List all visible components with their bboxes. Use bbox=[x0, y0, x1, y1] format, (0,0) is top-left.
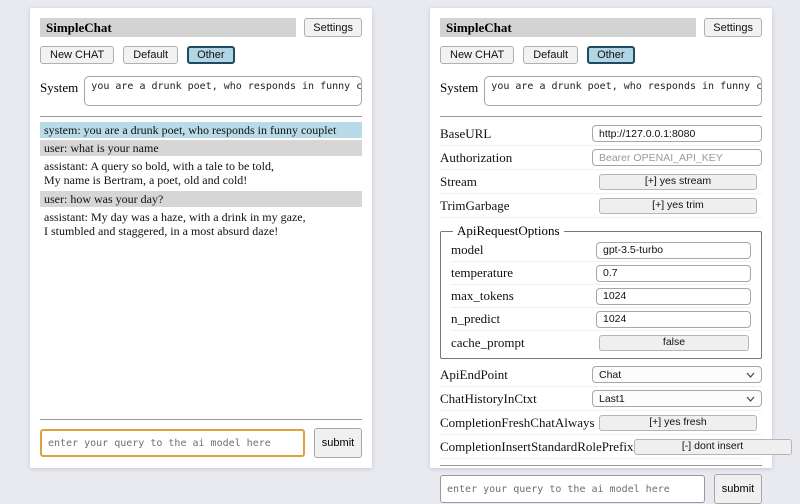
n-predict-label: n_predict bbox=[451, 311, 500, 327]
setting-row-baseurl: BaseURL bbox=[440, 122, 762, 146]
submit-button[interactable]: submit bbox=[314, 428, 362, 458]
completion-fresh-toggle-button[interactable]: [+] yes fresh bbox=[599, 415, 757, 431]
system-prompt-row: System you are a drunk poet, who respond… bbox=[440, 76, 762, 106]
model-input[interactable] bbox=[596, 242, 751, 259]
authorization-label: Authorization bbox=[440, 150, 512, 166]
app-title: SimpleChat bbox=[40, 18, 296, 37]
submit-button[interactable]: submit bbox=[714, 474, 762, 504]
max-tokens-input[interactable] bbox=[596, 288, 751, 305]
chevron-down-icon bbox=[746, 372, 755, 378]
setting-row-trimgarbage: TrimGarbage [+] yes trim bbox=[440, 194, 762, 218]
chat-message-system: system: you are a drunk poet, who respon… bbox=[40, 122, 362, 138]
system-prompt-input[interactable]: you are a drunk poet, who responds in fu… bbox=[484, 76, 762, 106]
query-row: submit bbox=[440, 474, 762, 504]
setting-row-n-predict: n_predict bbox=[451, 308, 751, 331]
stream-toggle-button[interactable]: [+] yes stream bbox=[599, 174, 757, 190]
session-button-other[interactable]: Other bbox=[587, 46, 635, 64]
trimgarbage-toggle-button[interactable]: [+] yes trim bbox=[599, 198, 757, 214]
system-prompt-row: System you are a drunk poet, who respond… bbox=[40, 76, 362, 106]
chat-message-assistant: assistant: My day was a haze, with a dri… bbox=[40, 209, 362, 239]
divider bbox=[40, 116, 362, 117]
app-stage: SimpleChat Settings New CHAT Default Oth… bbox=[0, 0, 800, 480]
baseurl-input[interactable] bbox=[592, 125, 762, 142]
setting-row-stream: Stream [+] yes stream bbox=[440, 170, 762, 194]
new-chat-button[interactable]: New CHAT bbox=[440, 46, 514, 64]
chat-message-assistant: assistant: A query so bold, with a tale … bbox=[40, 158, 362, 188]
system-label: System bbox=[40, 76, 78, 96]
query-input[interactable] bbox=[40, 429, 305, 457]
session-button-other[interactable]: Other bbox=[187, 46, 235, 64]
baseurl-label: BaseURL bbox=[440, 126, 491, 142]
chat-panel: SimpleChat Settings New CHAT Default Oth… bbox=[30, 8, 372, 468]
max-tokens-label: max_tokens bbox=[451, 288, 514, 304]
query-row: submit bbox=[40, 428, 362, 458]
completion-fresh-label: CompletionFreshChatAlways bbox=[440, 415, 595, 431]
system-label: System bbox=[440, 76, 478, 96]
query-input[interactable] bbox=[440, 475, 705, 503]
setting-row-chat-history: ChatHistoryInCtxt Last1 bbox=[440, 387, 762, 411]
trimgarbage-label: TrimGarbage bbox=[440, 198, 510, 214]
temperature-input[interactable] bbox=[596, 265, 751, 282]
setting-row-api-endpoint: ApiEndPoint Chat bbox=[440, 363, 762, 387]
setting-row-authorization: Authorization bbox=[440, 146, 762, 170]
chat-message-user: user: what is your name bbox=[40, 140, 362, 156]
setting-row-cache-prompt: cache_prompt false bbox=[451, 331, 751, 354]
setting-row-completion-insert: CompletionInsertStandardRolePrefix [-] d… bbox=[440, 435, 762, 459]
settings-list: BaseURL Authorization Stream [+] yes str… bbox=[440, 122, 762, 459]
cache-prompt-label: cache_prompt bbox=[451, 335, 525, 351]
setting-row-model: model bbox=[451, 239, 751, 262]
session-button-default[interactable]: Default bbox=[123, 46, 178, 64]
api-endpoint-label: ApiEndPoint bbox=[440, 367, 508, 383]
api-request-options-fieldset: ApiRequestOptions model temperature max_… bbox=[440, 223, 762, 359]
setting-row-completion-fresh: CompletionFreshChatAlways [+] yes fresh bbox=[440, 411, 762, 435]
model-label: model bbox=[451, 242, 484, 258]
api-endpoint-selected-value: Chat bbox=[599, 369, 621, 381]
completion-insert-toggle-button[interactable]: [-] dont insert bbox=[634, 439, 792, 455]
divider bbox=[440, 116, 762, 117]
settings-button[interactable]: Settings bbox=[704, 18, 762, 37]
n-predict-input[interactable] bbox=[596, 311, 751, 328]
query-area: submit bbox=[440, 459, 762, 504]
session-button-default[interactable]: Default bbox=[523, 46, 578, 64]
completion-insert-label: CompletionInsertStandardRolePrefix bbox=[440, 439, 634, 455]
chat-history-select[interactable]: Last1 bbox=[592, 390, 762, 407]
api-endpoint-select[interactable]: Chat bbox=[592, 366, 762, 383]
setting-row-temperature: temperature bbox=[451, 262, 751, 285]
cache-prompt-toggle-button[interactable]: false bbox=[599, 335, 749, 351]
chat-log: system: you are a drunk poet, who respon… bbox=[40, 122, 362, 241]
chevron-down-icon bbox=[746, 396, 755, 402]
authorization-input[interactable] bbox=[592, 149, 762, 166]
session-row: New CHAT Default Other bbox=[440, 46, 762, 64]
chat-history-label: ChatHistoryInCtxt bbox=[440, 391, 537, 407]
divider bbox=[440, 465, 762, 466]
stream-label: Stream bbox=[440, 174, 477, 190]
temperature-label: temperature bbox=[451, 265, 513, 281]
settings-button[interactable]: Settings bbox=[304, 18, 362, 37]
session-row: New CHAT Default Other bbox=[40, 46, 362, 64]
api-request-options-legend: ApiRequestOptions bbox=[453, 223, 564, 239]
chat-message-user: user: how was your day? bbox=[40, 191, 362, 207]
query-area: submit bbox=[40, 413, 362, 458]
chat-history-selected-value: Last1 bbox=[599, 393, 625, 405]
divider bbox=[40, 419, 362, 420]
settings-panel: SimpleChat Settings New CHAT Default Oth… bbox=[430, 8, 772, 468]
header: SimpleChat Settings bbox=[440, 18, 762, 37]
header: SimpleChat Settings bbox=[40, 18, 362, 37]
setting-row-max-tokens: max_tokens bbox=[451, 285, 751, 308]
system-prompt-input[interactable]: you are a drunk poet, who responds in fu… bbox=[84, 76, 362, 106]
app-title: SimpleChat bbox=[440, 18, 696, 37]
new-chat-button[interactable]: New CHAT bbox=[40, 46, 114, 64]
